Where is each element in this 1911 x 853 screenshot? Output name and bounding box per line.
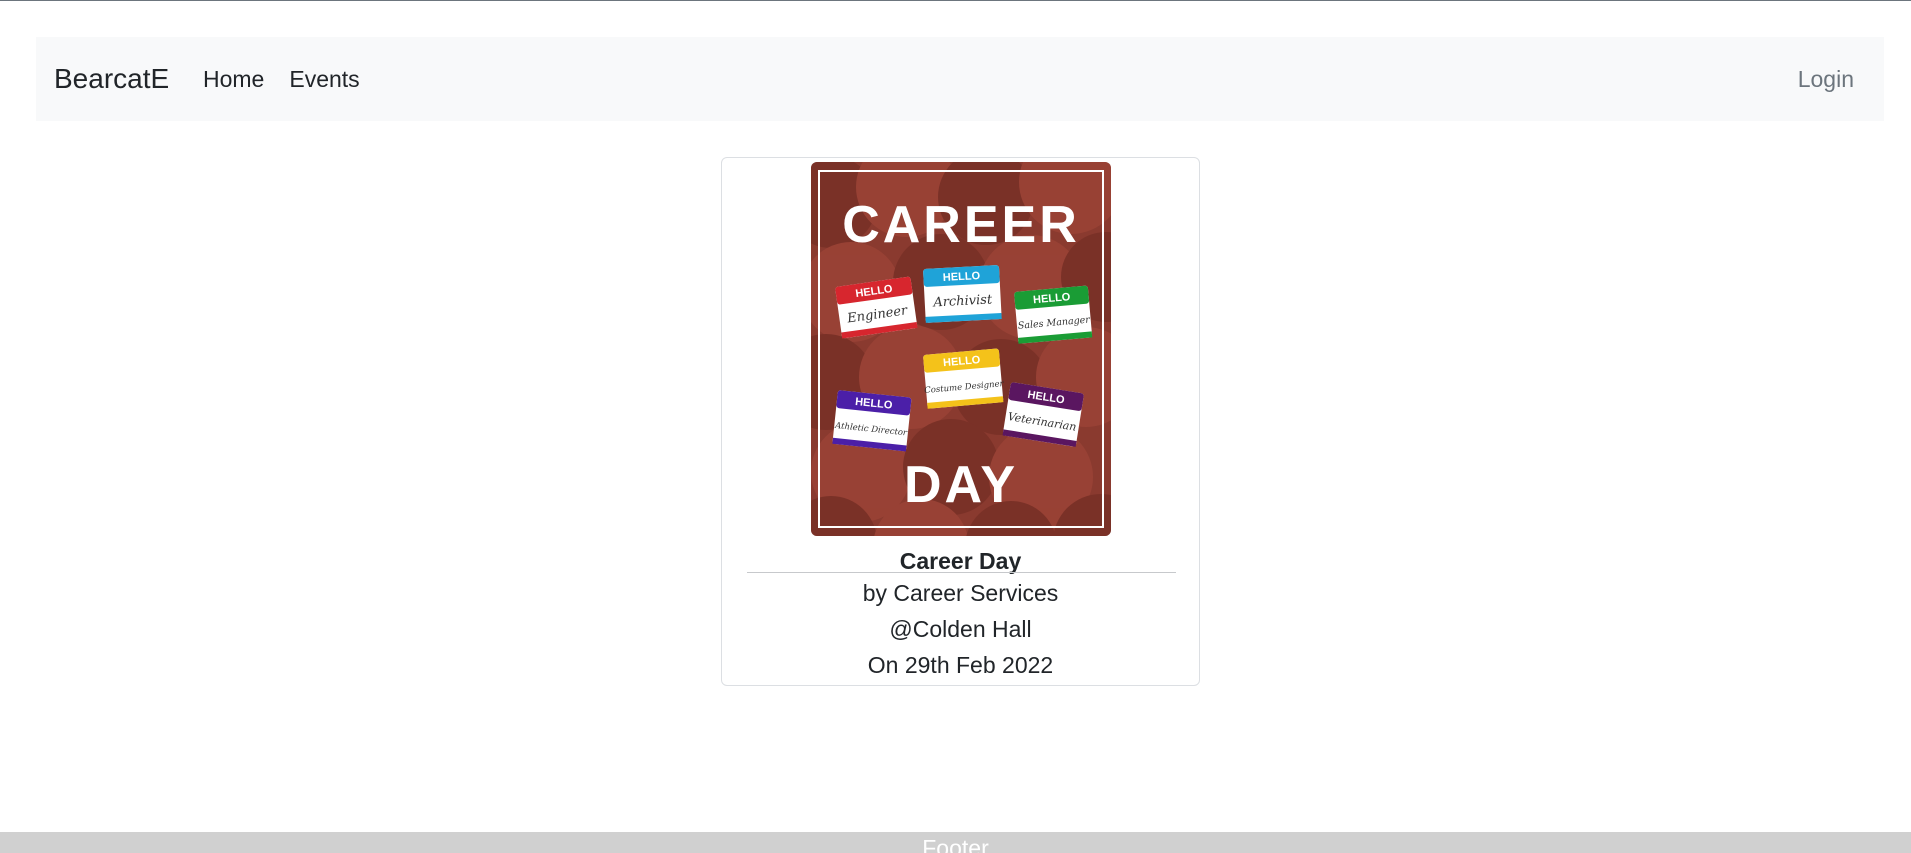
card-divider <box>747 572 1176 573</box>
event-organizer: by Career Services <box>862 580 1059 606</box>
poster-title-top: CAREER <box>842 196 1080 254</box>
nav-home-link[interactable]: Home <box>203 66 264 93</box>
footer-text: Footer <box>922 835 989 853</box>
svg-text:HELLO: HELLO <box>943 270 981 284</box>
event-location: @Colden Hall <box>889 616 1032 642</box>
svg-text:Archivist: Archivist <box>932 292 993 310</box>
event-poster-image[interactable]: CAREER DAY HELLO Engineer HELLO Archivis… <box>811 162 1111 536</box>
brand-link[interactable]: BearcatE <box>54 63 169 95</box>
event-card[interactable]: CAREER DAY HELLO Engineer HELLO Archivis… <box>721 157 1200 686</box>
top-border <box>0 0 1911 1</box>
nav-events-link[interactable]: Events <box>289 66 359 93</box>
footer: Footer <box>0 832 1911 853</box>
event-title: Career Day <box>899 548 1022 574</box>
navbar: BearcatE Home Events Login <box>36 37 1884 121</box>
login-link[interactable]: Login <box>1798 66 1854 93</box>
nav-links: Home Events <box>203 66 360 93</box>
poster-title-bottom: DAY <box>904 456 1018 514</box>
event-date: On 29th Feb 2022 <box>867 652 1054 678</box>
